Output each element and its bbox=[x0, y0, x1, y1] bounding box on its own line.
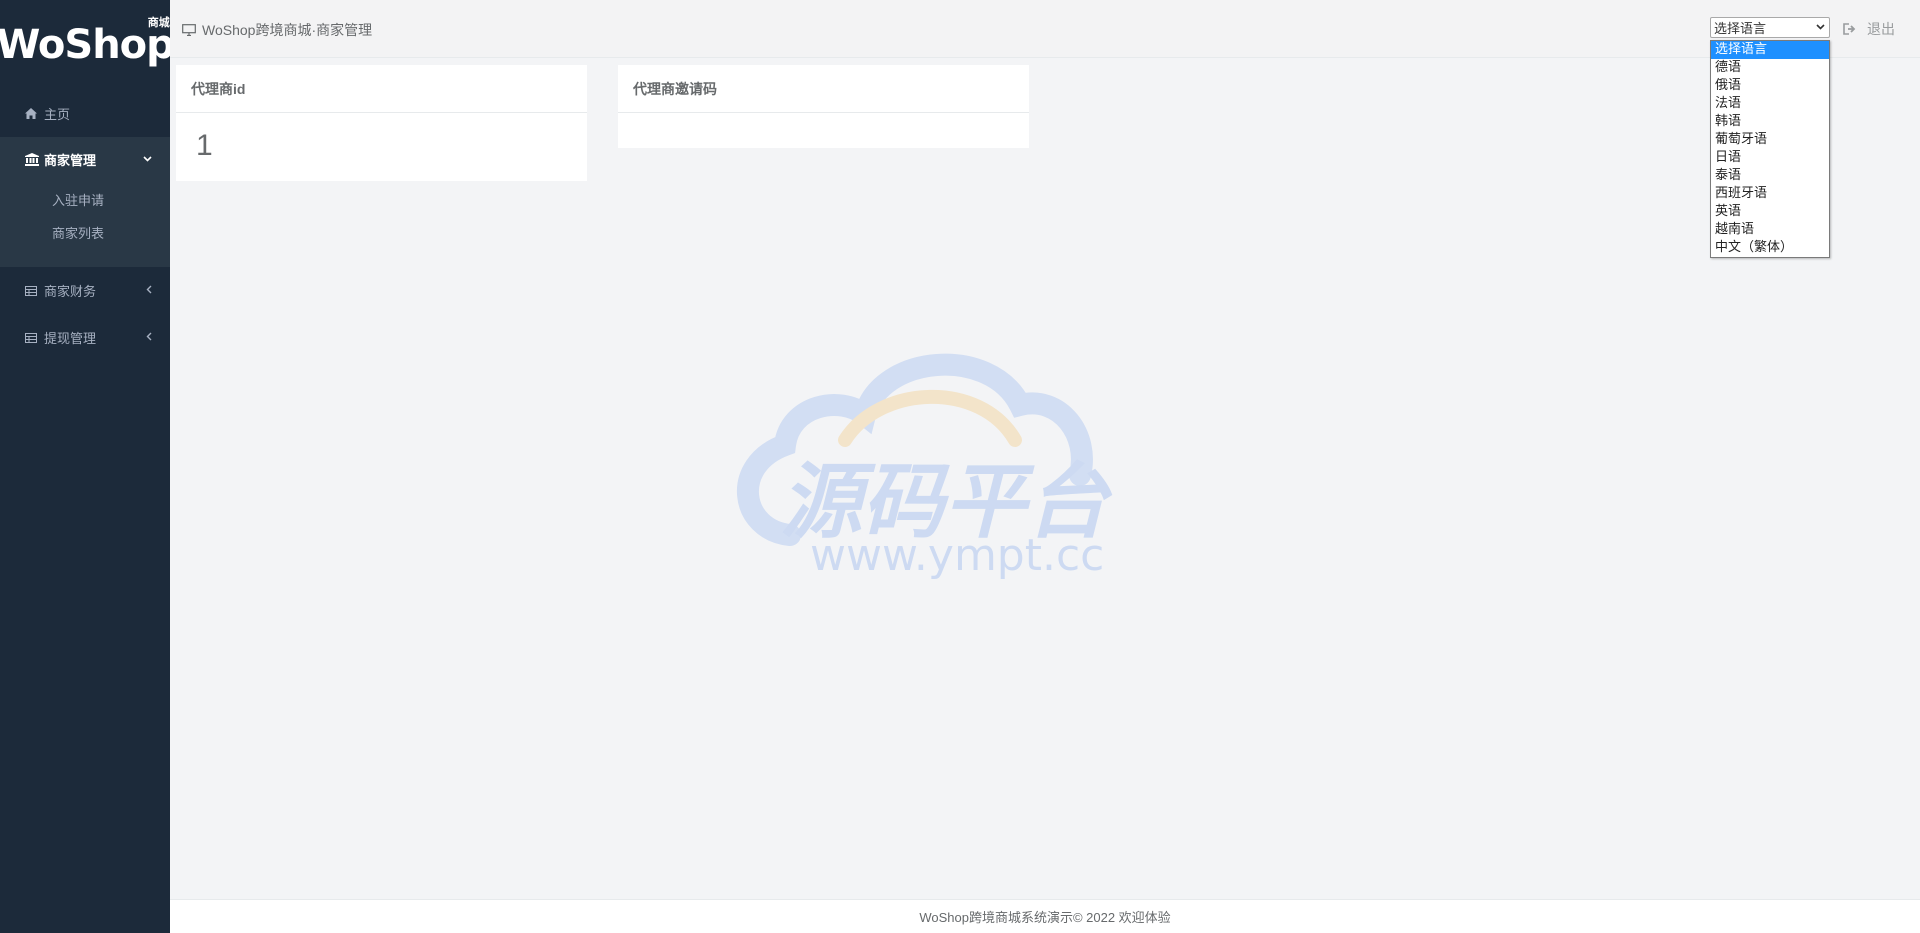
card-title: 代理商id bbox=[176, 65, 587, 113]
chevron-left-icon bbox=[146, 332, 152, 344]
brand-logo-sub: 商城 bbox=[147, 16, 170, 29]
sidebar-subitem-application[interactable]: 入驻申请 bbox=[0, 183, 170, 216]
monitor-icon bbox=[182, 24, 196, 36]
table-icon bbox=[25, 332, 39, 343]
chevron-down-icon bbox=[143, 153, 152, 165]
sidebar-item-label: 商家财务 bbox=[44, 284, 97, 299]
language-option[interactable]: 日语 bbox=[1711, 149, 1829, 167]
language-option[interactable]: 法语 bbox=[1711, 95, 1829, 113]
sidebar-nav: 主页 商家管理 入驻申请 商家列表 商家财务 提现管理 bbox=[0, 90, 170, 361]
language-option[interactable]: 越南语 bbox=[1711, 221, 1829, 239]
language-option[interactable]: 西班牙语 bbox=[1711, 185, 1829, 203]
table-icon bbox=[25, 285, 39, 296]
language-select-value: 选择语言 bbox=[1714, 21, 1767, 36]
card-value: 1 bbox=[196, 129, 213, 162]
home-icon bbox=[25, 108, 39, 119]
language-option[interactable]: 俄语 bbox=[1711, 77, 1829, 95]
language-dropdown-list: 选择语言 德语 俄语 法语 韩语 葡萄牙语 日语 泰语 西班牙语 英语 越南语 … bbox=[1710, 40, 1830, 258]
sidebar-item-label: 提现管理 bbox=[44, 331, 97, 346]
page-title: WoShop跨境商城·商家管理 bbox=[202, 22, 373, 38]
sign-out-icon bbox=[1843, 23, 1856, 35]
chevron-down-icon bbox=[1816, 20, 1825, 37]
sidebar-subnav-merchant: 入驻申请 商家列表 bbox=[0, 181, 170, 267]
footer: WoShop跨境商城系统演示© 2022 欢迎体验 bbox=[170, 899, 1920, 933]
sidebar-item-label: 商家管理 bbox=[44, 152, 97, 168]
footer-text: WoShop跨境商城系统演示© 2022 欢迎体验 bbox=[919, 910, 1171, 925]
sidebar-item-merchant-finance[interactable]: 商家财务 bbox=[0, 267, 170, 314]
logout-button[interactable]: 退出 bbox=[1843, 19, 1895, 39]
language-option[interactable]: 韩语 bbox=[1711, 113, 1829, 131]
watermark-url-text: www.ympt.cc bbox=[810, 530, 1104, 581]
bank-icon bbox=[25, 152, 39, 166]
card-title: 代理商邀请码 bbox=[618, 65, 1029, 113]
language-option[interactable]: 英语 bbox=[1711, 203, 1829, 221]
logo-area: WoShop 商城 bbox=[0, 0, 175, 90]
language-option[interactable]: 选择语言 bbox=[1711, 41, 1829, 59]
cloud-watermark-icon: 源码平台 www.ympt.cc bbox=[737, 353, 1113, 581]
card-value bbox=[618, 113, 1029, 147]
watermark: 源码平台 www.ympt.cc bbox=[730, 335, 1180, 588]
agent-invite-code-card: 代理商邀请码 bbox=[618, 65, 1029, 148]
sidebar-item-label: 主页 bbox=[44, 107, 71, 122]
language-option[interactable]: 泰语 bbox=[1711, 167, 1829, 185]
language-option[interactable]: 德语 bbox=[1711, 59, 1829, 77]
sidebar-item-merchant-management[interactable]: 商家管理 bbox=[0, 137, 170, 181]
logout-label: 退出 bbox=[1867, 21, 1895, 37]
sidebar-item-withdrawal-management[interactable]: 提现管理 bbox=[0, 314, 170, 361]
language-option[interactable]: 葡萄牙语 bbox=[1711, 131, 1829, 149]
chevron-left-icon bbox=[146, 285, 152, 297]
language-select[interactable]: 选择语言 bbox=[1710, 17, 1830, 38]
sidebar-item-home[interactable]: 主页 bbox=[0, 90, 170, 137]
top-bar: WoShop跨境商城·商家管理 退出 bbox=[170, 0, 1920, 58]
sidebar-subitem-merchant-list[interactable]: 商家列表 bbox=[0, 216, 170, 249]
language-option[interactable]: 中文（繁体） bbox=[1711, 239, 1829, 257]
sidebar: WoShop 商城 主页 商家管理 入驻申请 商家列表 商家财务 提现管理 bbox=[0, 0, 175, 933]
brand-logo[interactable]: WoShop 商城 bbox=[0, 17, 175, 65]
breadcrumb: WoShop跨境商城·商家管理 bbox=[182, 20, 372, 40]
agent-id-card: 代理商id 1 bbox=[176, 65, 587, 181]
